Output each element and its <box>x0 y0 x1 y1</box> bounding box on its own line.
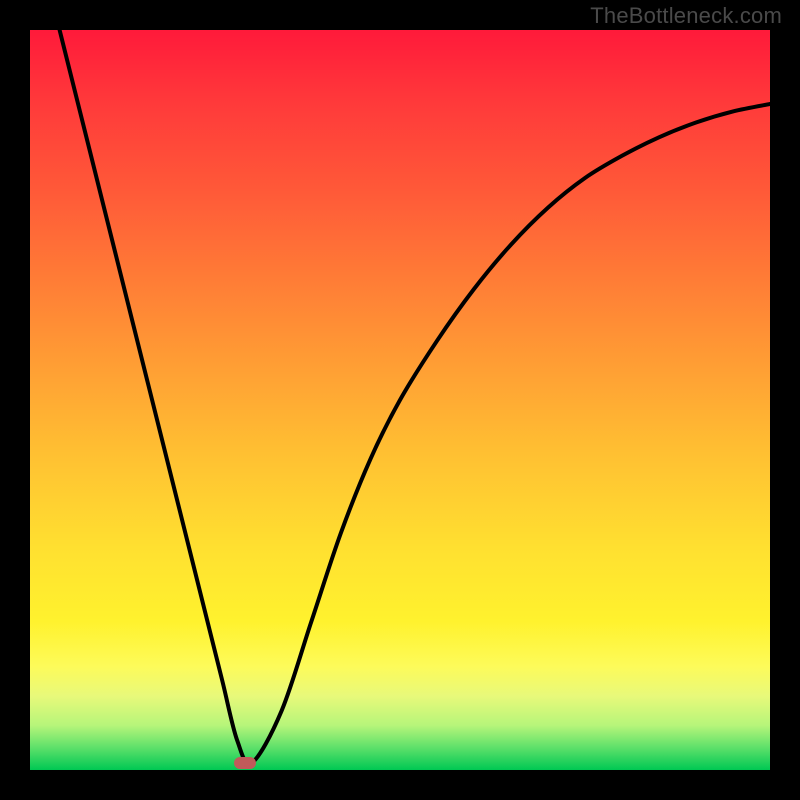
plot-area <box>30 30 770 770</box>
watermark-text: TheBottleneck.com <box>590 3 782 29</box>
min-marker <box>234 757 256 769</box>
chart-frame: TheBottleneck.com <box>0 0 800 800</box>
bottleneck-curve <box>30 30 770 770</box>
